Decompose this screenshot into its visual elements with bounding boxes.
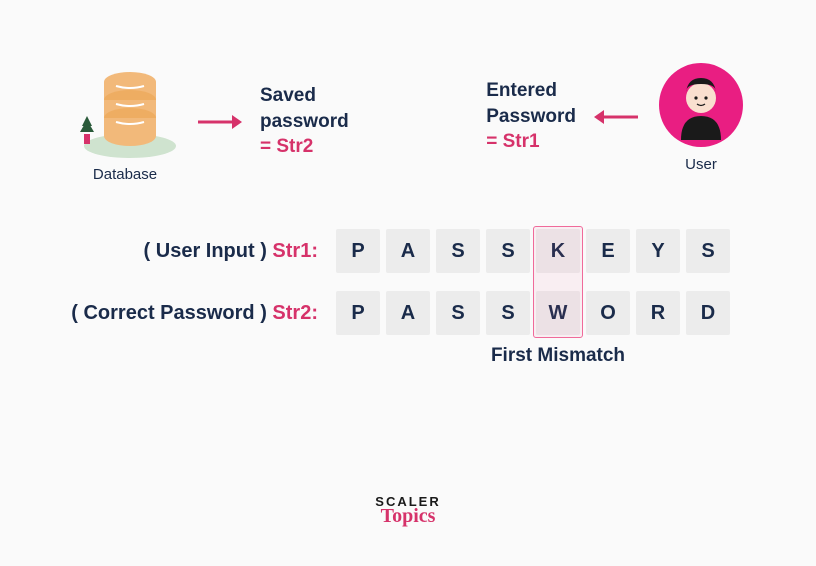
arrow-right-icon <box>196 112 244 132</box>
saved-line1: Saved <box>260 85 316 106</box>
scaler-logo: SCALER Topics <box>375 495 440 526</box>
logo-line2: Topics <box>375 506 440 526</box>
top-section: Database Saved password = Str2 Entered P… <box>0 0 816 193</box>
char-cell: A <box>386 291 430 335</box>
comparison-section: ( User Input ) Str1: PASSKEYS ( Correct … <box>0 229 816 335</box>
char-cell: E <box>586 229 630 273</box>
user-group: Entered Password = Str1 User <box>486 60 746 173</box>
char-cell: S <box>486 291 530 335</box>
database-block: Database <box>70 60 180 183</box>
str1-name: Str1: <box>272 240 318 262</box>
char-cell: S <box>686 229 730 273</box>
database-label: Database <box>93 166 157 183</box>
str2-prefix: ( Correct Password ) <box>71 302 272 324</box>
str1-prefix: ( User Input ) <box>144 240 273 262</box>
user-block: User <box>656 60 746 173</box>
entered-password-text: Entered Password = Str1 <box>486 78 576 155</box>
database-group: Database Saved password = Str2 <box>70 60 349 183</box>
str2-name: Str2: <box>272 302 318 324</box>
str2-row-label: ( Correct Password ) Str2: <box>71 302 318 325</box>
char-cell: P <box>336 291 380 335</box>
str1-row: ( User Input ) Str1: PASSKEYS <box>144 229 730 273</box>
user-label: User <box>685 156 717 173</box>
char-cell: Y <box>636 229 680 273</box>
char-cell: O <box>586 291 630 335</box>
char-cell: S <box>436 291 480 335</box>
saved-password-text: Saved password = Str2 <box>260 83 349 160</box>
char-cell: R <box>636 291 680 335</box>
str1-row-label: ( User Input ) Str1: <box>144 240 318 263</box>
saved-line2: password <box>260 111 349 132</box>
database-icon <box>70 60 180 160</box>
char-cell: P <box>336 229 380 273</box>
char-cell: S <box>486 229 530 273</box>
entered-line2: Password <box>486 106 576 127</box>
char-cell: D <box>686 291 730 335</box>
str2-row: ( Correct Password ) Str2: PASSWORD <box>71 291 730 335</box>
entered-eq: = Str1 <box>486 131 539 152</box>
char-cell: K <box>536 229 580 273</box>
mismatch-label: First Mismatch <box>488 345 628 367</box>
saved-eq: = Str2 <box>260 136 313 157</box>
str2-cells: PASSWORD <box>336 291 730 335</box>
str1-cells: PASSKEYS <box>336 229 730 273</box>
entered-line1: Entered <box>486 80 557 101</box>
arrow-left-icon <box>592 107 640 127</box>
user-avatar-icon <box>656 60 746 150</box>
char-cell: W <box>536 291 580 335</box>
char-cell: A <box>386 229 430 273</box>
char-cell: S <box>436 229 480 273</box>
